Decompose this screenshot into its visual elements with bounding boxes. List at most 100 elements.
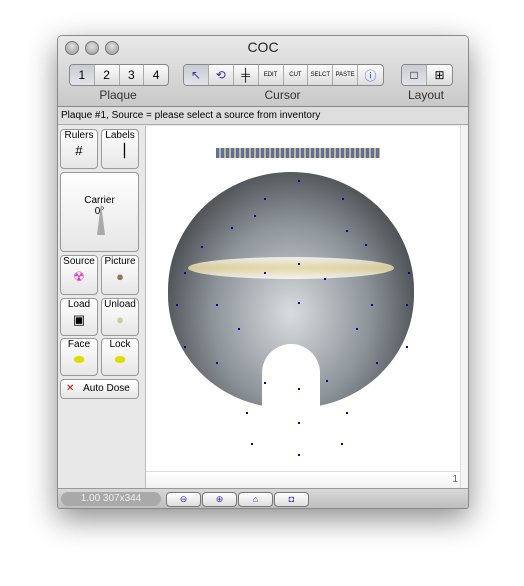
unload-label: Unload (104, 299, 136, 310)
seed-dot[interactable] (246, 412, 248, 414)
plaque-1[interactable]: 1 (70, 65, 95, 85)
seed-dot[interactable] (216, 304, 218, 306)
auto-dose-icon: ✕ (66, 383, 75, 394)
edit-icon[interactable]: EDIT (259, 65, 284, 85)
seed-dot[interactable] (298, 263, 300, 265)
radiation-icon: ☢ (73, 269, 85, 284)
single-icon[interactable]: □ (402, 65, 427, 85)
bottom-bar: 1.00 307x344 ⊖ ⊕ ⌂ ◘ (58, 488, 468, 508)
seed-dot[interactable] (365, 244, 367, 246)
unload-button[interactable]: Unload ● (101, 298, 139, 336)
labels-button[interactable]: Labels ▕ (101, 129, 139, 169)
seed-dot[interactable] (346, 412, 348, 414)
plaque-canvas[interactable] (146, 126, 460, 471)
unload-icon: ● (116, 312, 124, 327)
plaque-reflection (188, 257, 394, 279)
auto-dose-button[interactable]: ✕ Auto Dose (60, 379, 139, 399)
plaque-3[interactable]: 3 (120, 65, 145, 85)
picture-button[interactable]: Picture ● (101, 255, 139, 295)
horizontal-scrollbar[interactable]: 1 (146, 471, 460, 489)
select-icon[interactable]: SELCT (308, 65, 334, 85)
seed-dot[interactable] (376, 362, 378, 364)
auto-dose-label: Auto Dose (83, 383, 130, 394)
seed-dot[interactable] (238, 328, 240, 330)
seed-dot[interactable] (231, 227, 233, 229)
carrier-dial[interactable]: Carrier 0° (60, 172, 139, 252)
coc-window: COC 1 2 3 4 Plaque ↖ ⟲ ╪ EDIT CUT SELCT … (57, 35, 469, 509)
paste-icon[interactable]: PASTE (333, 65, 359, 85)
carrier-needle-icon (97, 203, 105, 235)
vertical-scrollbar[interactable] (460, 126, 468, 488)
seed-dot[interactable] (216, 362, 218, 364)
layout-segment: □ ⊞ (401, 64, 453, 86)
seed-dot[interactable] (251, 443, 253, 445)
seed-dot[interactable] (298, 454, 300, 456)
cursor-label: Cursor (264, 88, 301, 102)
fit-icon[interactable]: ◘ (274, 492, 309, 507)
info-icon[interactable]: ⓘ (358, 65, 383, 85)
seed-dot[interactable] (254, 215, 256, 217)
seed-dot[interactable] (176, 304, 178, 306)
seed-dot[interactable] (406, 304, 408, 306)
seed-dot[interactable] (326, 380, 328, 382)
lock-button[interactable]: Lock ⬬ (101, 338, 139, 376)
seed-dot[interactable] (341, 443, 343, 445)
plaque-image (168, 172, 414, 414)
seed-dot[interactable] (184, 272, 186, 274)
title-bar: COC 1 2 3 4 Plaque ↖ ⟲ ╪ EDIT CUT SELCT … (58, 36, 468, 107)
face-icon: ⬬ (73, 352, 85, 367)
source-button[interactable]: Source ☢ (60, 255, 98, 295)
plaque-4[interactable]: 4 (144, 65, 168, 85)
page-number: 1 (452, 474, 458, 485)
face-label: Face (67, 339, 91, 350)
rotate-icon[interactable]: ⟲ (209, 65, 234, 85)
move-icon[interactable]: ╪ (234, 65, 259, 85)
seed-dot[interactable] (201, 246, 203, 248)
zoom-in-icon[interactable]: ⊕ (202, 492, 237, 507)
seed-dot[interactable] (298, 388, 300, 390)
face-button[interactable]: Face ⬬ (60, 338, 98, 376)
home-icon[interactable]: ⌂ (238, 492, 273, 507)
sidebar: Rulers # Labels ▕ Carrier 0° Source ☢ Pictu… (58, 126, 146, 488)
zoom-out-icon[interactable]: ⊖ (166, 492, 201, 507)
picture-label: Picture (104, 256, 136, 267)
seed-dot[interactable] (298, 302, 300, 304)
seed-dot[interactable] (356, 328, 358, 330)
grid-ruler-icon: # (75, 143, 83, 158)
grid-icon[interactable]: ⊞ (427, 65, 452, 85)
pointer-icon[interactable]: ↖ (184, 65, 209, 85)
plaque-label: Plaque (99, 88, 137, 102)
rulers-button[interactable]: Rulers # (60, 129, 98, 169)
seed-dot[interactable] (184, 346, 186, 348)
picture-icon: ● (116, 269, 124, 284)
ruler-strip (216, 148, 380, 158)
status-bar: Plaque #1, Source = please select a sour… (58, 107, 468, 125)
seed-dot[interactable] (371, 304, 373, 306)
seed-dot[interactable] (298, 180, 300, 182)
plaque-segment: 1 2 3 4 (69, 64, 169, 86)
lock-icon: ⬬ (114, 352, 126, 367)
seed-dot[interactable] (298, 422, 300, 424)
zoom-info: 1.00 307x344 (61, 492, 161, 506)
seed-dot[interactable] (264, 198, 266, 200)
window-title: COC (247, 39, 279, 55)
seed-dot[interactable] (264, 272, 266, 274)
label-bar-icon: ▕ (115, 143, 125, 158)
labels-label: Labels (105, 130, 135, 141)
source-label: Source (63, 256, 95, 267)
cut-icon[interactable]: CUT (284, 65, 309, 85)
cursor-segment: ↖ ⟲ ╪ EDIT CUT SELCT PASTE ⓘ (183, 64, 384, 86)
load-button[interactable]: Load ▣ (60, 298, 98, 336)
load-label: Load (67, 299, 91, 310)
seed-dot[interactable] (408, 272, 410, 274)
layout-label: Layout (407, 88, 445, 102)
seed-dot[interactable] (264, 382, 266, 384)
lock-label: Lock (109, 339, 131, 350)
plaque-2[interactable]: 2 (95, 65, 120, 85)
seed-dot[interactable] (406, 346, 408, 348)
seed-dot[interactable] (342, 198, 344, 200)
seed-dot[interactable] (346, 230, 348, 232)
seed-dot[interactable] (324, 278, 326, 280)
plaque-notch (262, 344, 320, 414)
rulers-label: Rulers (64, 130, 94, 141)
